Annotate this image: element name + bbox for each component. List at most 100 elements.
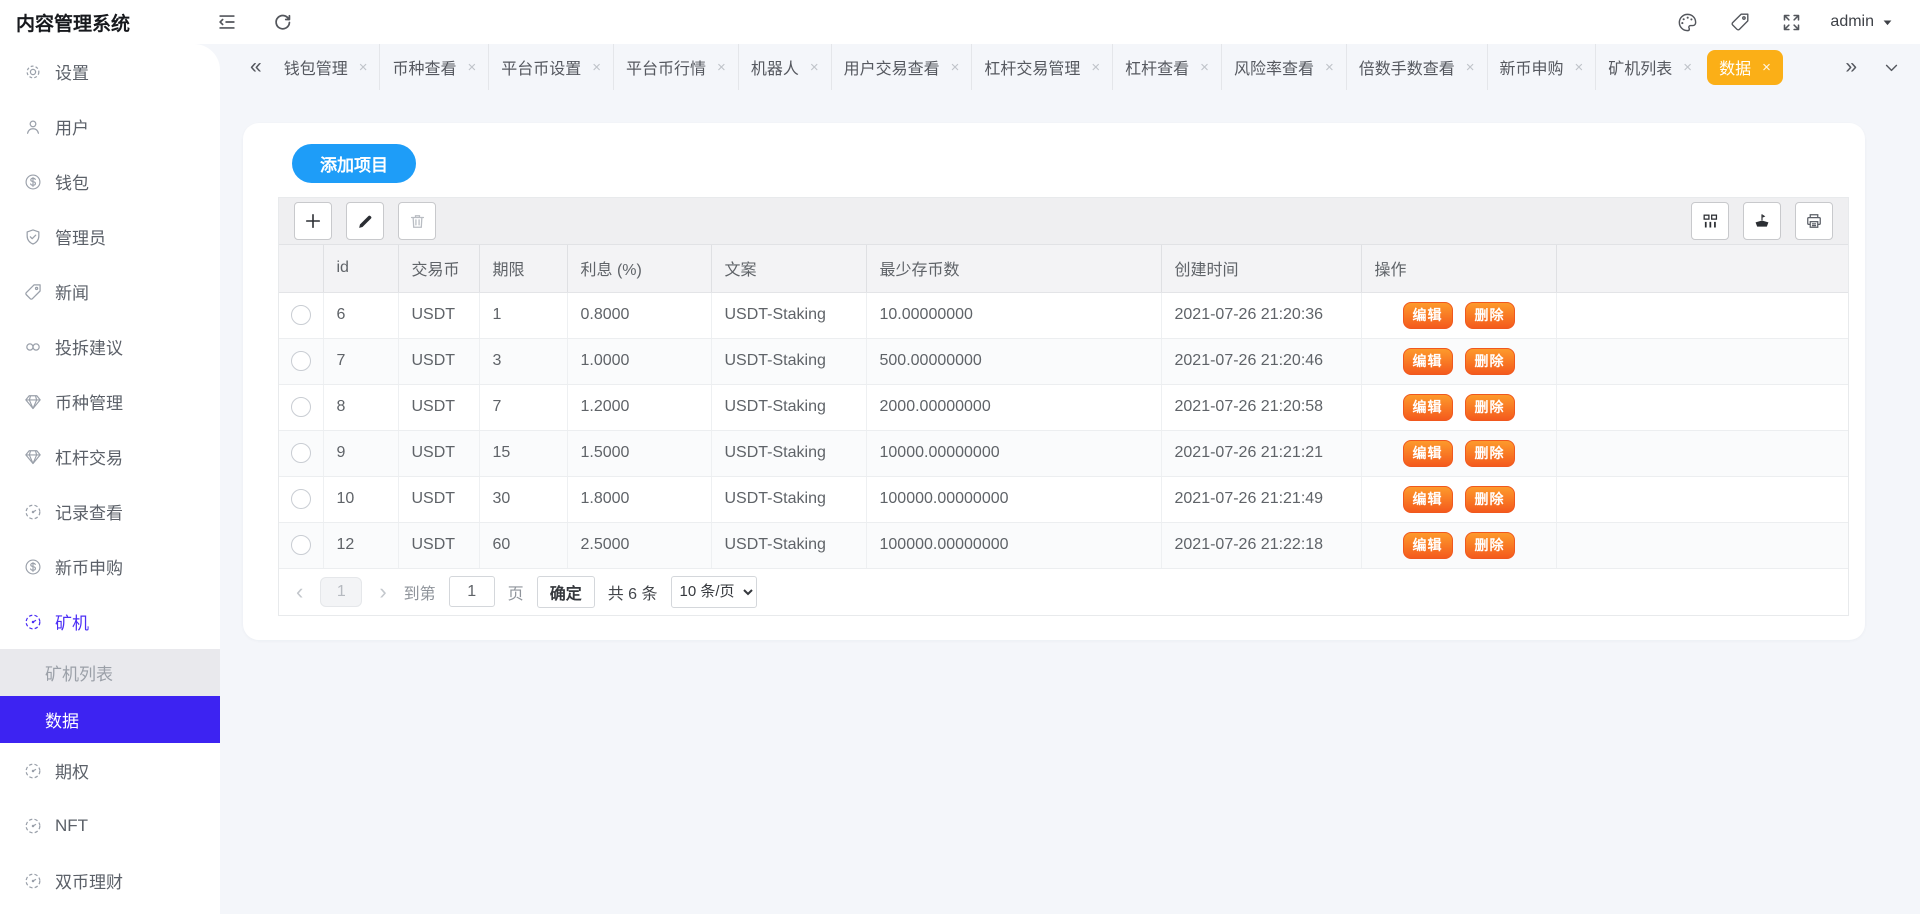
row-radio[interactable] <box>291 305 311 325</box>
sidebar-item-矿机[interactable]: 矿机 <box>0 594 220 649</box>
delete-button[interactable]: 删除 <box>1465 394 1515 421</box>
tab-用户交易查看[interactable]: 用户交易查看× <box>831 44 972 90</box>
delete-button[interactable]: 删除 <box>1465 532 1515 559</box>
column-header-empty <box>1556 245 1848 292</box>
edit-button[interactable]: 编辑 <box>1403 348 1453 375</box>
edit-button[interactable]: 编辑 <box>1403 486 1453 513</box>
tab-风险率查看[interactable]: 风险率查看× <box>1221 44 1346 90</box>
current-page-button[interactable]: 1 <box>320 577 362 607</box>
pagination: ‹ 1 › 到第 页 确定 共 6 条 10 条/页 <box>279 569 1848 615</box>
tab-close-icon[interactable]: × <box>1325 59 1334 76</box>
tabs-scroll-left-icon[interactable]: « <box>242 55 270 79</box>
trash-icon[interactable] <box>398 202 436 240</box>
tab-平台币行情[interactable]: 平台币行情× <box>613 44 738 90</box>
goto-page-input[interactable] <box>449 576 495 607</box>
sidebar-subitem-矿机列表[interactable]: 矿机列表 <box>0 649 220 696</box>
tab-close-icon[interactable]: × <box>592 59 601 76</box>
tab-币种查看[interactable]: 币种查看× <box>379 44 488 90</box>
sidebar-item-记录查看[interactable]: 记录查看 <box>0 484 220 539</box>
plus-icon[interactable] <box>294 202 332 240</box>
fullscreen-icon[interactable] <box>1781 12 1802 33</box>
page-size-select[interactable]: 10 条/页 <box>671 576 757 608</box>
sidebar-item-设置[interactable]: 设置 <box>0 44 220 99</box>
palette-icon[interactable] <box>1676 11 1699 34</box>
tab-钱包管理[interactable]: 钱包管理× <box>272 44 380 90</box>
diamond-icon <box>23 447 43 467</box>
table-row: 7USDT31.0000USDT-Staking500.000000002021… <box>279 338 1848 384</box>
prev-page-icon[interactable]: ‹ <box>292 581 307 603</box>
delete-button[interactable]: 删除 <box>1465 440 1515 467</box>
export-icon[interactable] <box>1743 202 1781 240</box>
tab-新币申购[interactable]: 新币申购× <box>1487 44 1596 90</box>
tab-机器人[interactable]: 机器人× <box>738 44 831 90</box>
delete-button[interactable]: 删除 <box>1465 348 1515 375</box>
sidebar-item-NFT[interactable]: NFT <box>0 798 220 853</box>
tab-close-icon[interactable]: × <box>1091 59 1100 76</box>
user-menu[interactable]: admin <box>1830 13 1894 31</box>
tab-list: 钱包管理×币种查看×平台币设置×平台币行情×机器人×用户交易查看×杠杆交易管理×… <box>272 44 1786 90</box>
page-label: 页 <box>508 580 524 604</box>
sidebar-item-杠杆交易[interactable]: 杠杆交易 <box>0 429 220 484</box>
edit-button[interactable]: 编辑 <box>1403 302 1453 329</box>
tab-平台币设置[interactable]: 平台币设置× <box>488 44 613 90</box>
edit-button[interactable]: 编辑 <box>1403 394 1453 421</box>
sidebar-subitem-数据[interactable]: 数据 <box>0 696 220 743</box>
tab-close-icon[interactable]: × <box>359 59 368 76</box>
cell-created_at: 2021-07-26 21:20:58 <box>1161 384 1361 430</box>
tab-close-icon[interactable]: × <box>951 59 960 76</box>
columns-icon[interactable] <box>1691 202 1729 240</box>
tab-close-icon[interactable]: × <box>1466 59 1475 76</box>
sidebar-item-新币申购[interactable]: 新币申购 <box>0 539 220 594</box>
row-radio[interactable] <box>291 351 311 371</box>
time-icon <box>23 871 43 891</box>
tab-倍数手数查看[interactable]: 倍数手数查看× <box>1346 44 1487 90</box>
goto-confirm-button[interactable]: 确定 <box>537 576 595 608</box>
row-radio[interactable] <box>291 443 311 463</box>
tab-close-icon[interactable]: × <box>1575 59 1584 76</box>
edit-button[interactable]: 编辑 <box>1403 532 1453 559</box>
sidebar-item-投拆建议[interactable]: 投拆建议 <box>0 319 220 374</box>
sidebar-item-label: 新闻 <box>55 279 89 304</box>
edit-button[interactable]: 编辑 <box>1403 440 1453 467</box>
tab-杠杆查看[interactable]: 杠杆查看× <box>1112 44 1221 90</box>
row-radio[interactable] <box>291 397 311 417</box>
sidebar-item-钱包[interactable]: 钱包 <box>0 154 220 209</box>
tab-close-icon[interactable]: × <box>1762 59 1771 76</box>
sidebar-item-label: 用户 <box>55 114 89 139</box>
cell-created_at: 2021-07-26 21:21:21 <box>1161 430 1361 476</box>
collapse-sidebar-icon[interactable] <box>216 11 238 33</box>
pencil-icon[interactable] <box>346 202 384 240</box>
sidebar-item-管理员[interactable]: 管理员 <box>0 209 220 264</box>
tab-close-icon[interactable]: × <box>810 59 819 76</box>
tab-close-icon[interactable]: × <box>467 59 476 76</box>
cell-coin: USDT <box>398 476 479 522</box>
delete-button[interactable]: 删除 <box>1465 486 1515 513</box>
cell-empty <box>1556 292 1848 338</box>
cell-coin: USDT <box>398 384 479 430</box>
sidebar-item-期权[interactable]: 期权 <box>0 743 220 798</box>
cell-interest: 1.5000 <box>567 430 711 476</box>
tab-矿机列表[interactable]: 矿机列表× <box>1595 44 1704 90</box>
sidebar-item-用户[interactable]: 用户 <box>0 99 220 154</box>
sidebar-item-新闻[interactable]: 新闻 <box>0 264 220 319</box>
cell-empty <box>1556 476 1848 522</box>
tab-close-icon[interactable]: × <box>717 59 726 76</box>
printer-icon[interactable] <box>1795 202 1833 240</box>
row-radio[interactable] <box>291 535 311 555</box>
tag-icon[interactable] <box>1729 11 1751 33</box>
tabs-menu-chevron-down-icon[interactable] <box>1883 59 1900 76</box>
tabs-scroll-right-icon[interactable]: » <box>1845 55 1857 79</box>
next-page-icon[interactable]: › <box>375 581 390 603</box>
tab-数据[interactable]: 数据× <box>1707 50 1783 85</box>
refresh-icon[interactable] <box>272 12 293 33</box>
tab-杠杆交易管理[interactable]: 杠杆交易管理× <box>971 44 1112 90</box>
delete-button[interactable]: 删除 <box>1465 302 1515 329</box>
tab-close-icon[interactable]: × <box>1683 59 1692 76</box>
sidebar-item-双币理财[interactable]: 双币理财 <box>0 853 220 908</box>
column-header-id: id <box>323 245 398 292</box>
add-item-button[interactable]: 添加项目 <box>292 144 416 183</box>
sidebar-item-币种管理[interactable]: 币种管理 <box>0 374 220 429</box>
column-header-期限: 期限 <box>479 245 567 292</box>
tab-close-icon[interactable]: × <box>1200 59 1209 76</box>
row-radio[interactable] <box>291 489 311 509</box>
